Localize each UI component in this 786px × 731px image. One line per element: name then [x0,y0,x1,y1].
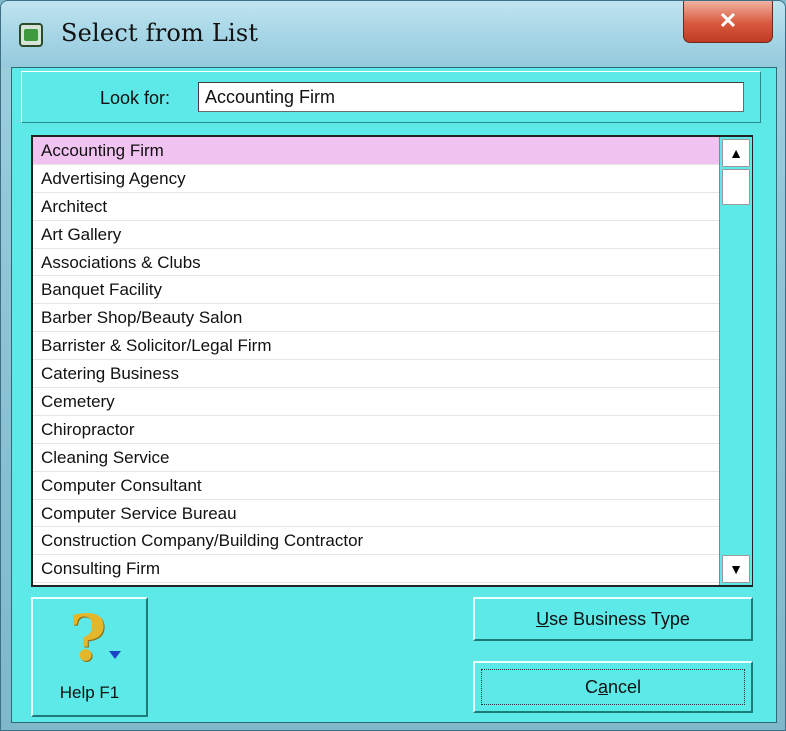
help-button[interactable]: ? Help F1 [31,597,148,717]
list-item[interactable]: Associations & Clubs [33,249,719,277]
list-item[interactable]: Cemetery [33,388,719,416]
list-item[interactable]: Banquet Facility [33,276,719,305]
use-accelerator: U [536,609,550,629]
window-title: Select from List [61,19,259,47]
list-item[interactable]: Computer Service Bureau [33,500,719,528]
app-icon [19,23,43,47]
list-item[interactable]: Barber Shop/Beauty Salon [33,304,719,333]
list-item[interactable]: Accounting Firm [33,137,719,165]
list-item[interactable]: Barrister & Solicitor/Legal Firm [33,332,719,361]
use-business-type-button[interactable]: Use Business Type [473,597,753,641]
list-item[interactable]: Catering Business [33,360,719,389]
look-for-input[interactable] [198,82,744,112]
scroll-down-button[interactable]: ▼ [722,555,750,583]
list-scrollbar[interactable]: ▲ ▼ [719,137,752,585]
title-bar[interactable]: Select from List ✕ [1,1,785,67]
list-item[interactable]: Construction Company/Building Contractor [33,527,719,556]
dropdown-arrow-icon [109,651,121,659]
scroll-up-button[interactable]: ▲ [722,139,750,167]
look-for-panel: Look for: [21,71,761,123]
cancel-label-after: ncel [607,677,642,697]
list-items-container: Accounting Firm Advertising Agency Archite… [33,137,719,585]
use-label-rest: se Business Type [549,609,690,629]
cancel-label-before: C [584,677,598,697]
close-button[interactable]: ✕ [683,1,773,43]
select-from-list-dialog: Select from List ✕ Look for: Accounting … [0,0,786,731]
look-for-label: Look for: [100,88,171,108]
cancel-accelerator: a [597,677,608,697]
list-item[interactable]: Chiropractor [33,416,719,444]
business-type-list[interactable]: Accounting Firm Advertising Agency Archite… [31,135,753,587]
question-mark-icon: ? [69,601,107,676]
cancel-button[interactable]: Cancel [473,661,753,713]
list-item[interactable]: Art Gallery [33,221,719,249]
list-item[interactable]: Computer Consultant [33,472,719,500]
list-item[interactable]: Architect [33,193,719,221]
list-item[interactable]: Cleaning Service [33,444,719,472]
list-item[interactable]: Advertising Agency [33,165,719,193]
list-item[interactable]: Consulting Firm [33,555,719,584]
scroll-thumb[interactable] [722,169,750,205]
help-label: Help F1 [59,683,120,702]
